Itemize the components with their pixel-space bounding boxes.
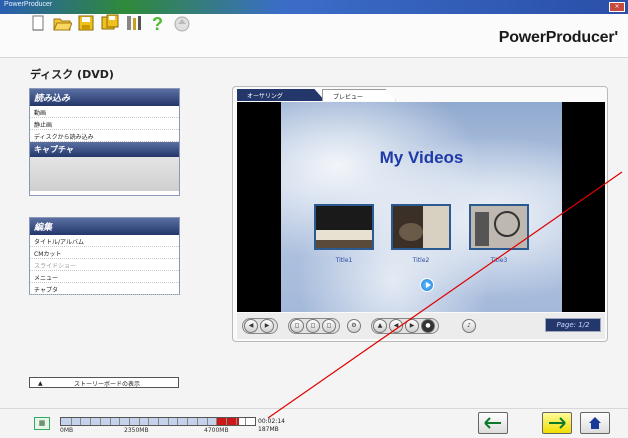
annotation-line — [267, 171, 623, 419]
